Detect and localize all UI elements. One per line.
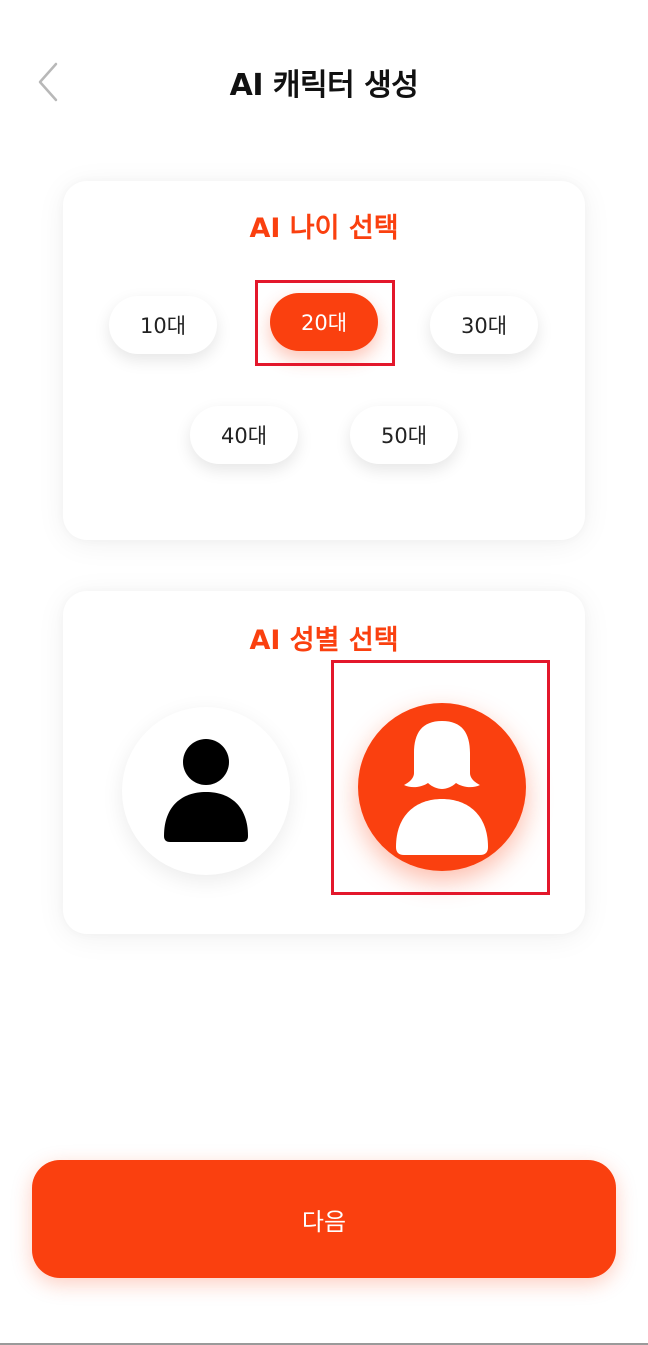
age-option-10s[interactable]: 10대 <box>109 296 217 354</box>
male-option-button[interactable] <box>122 707 290 875</box>
age-option-30s[interactable]: 30대 <box>430 296 538 354</box>
age-option-40s[interactable]: 40대 <box>190 406 298 464</box>
age-section-title: AI 나이 선택 <box>249 213 399 244</box>
female-person-icon <box>396 721 488 855</box>
next-button[interactable]: 다음 <box>32 1160 616 1278</box>
age-selection-card: AI 나이 선택 10대 20대 30대 40대 50대 <box>63 181 585 540</box>
page-title: AI 캐릭터 생성 <box>229 68 419 103</box>
age-option-20s[interactable]: 20대 <box>270 293 378 351</box>
header: AI 캐릭터 생성 <box>0 0 648 160</box>
gender-section-title: AI 성별 선택 <box>249 625 399 656</box>
gender-selection-card: AI 성별 선택 <box>63 591 585 934</box>
female-option-button[interactable] <box>358 703 526 871</box>
male-person-icon <box>164 739 248 842</box>
age-option-50s[interactable]: 50대 <box>350 406 458 464</box>
